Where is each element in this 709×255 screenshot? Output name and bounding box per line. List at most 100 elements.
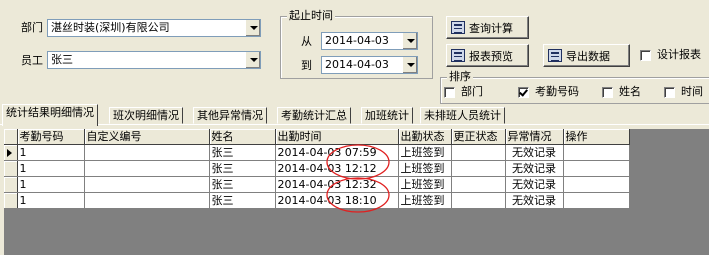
time-range-title: 起止时间 [287, 9, 335, 23]
chevron-down-icon[interactable] [402, 57, 417, 73]
row-indicator[interactable] [4, 144, 18, 161]
dept-label: 部门 [21, 21, 43, 34]
cell[interactable]: 2014-04-03 12:12 [275, 160, 399, 177]
from-date-picker[interactable]: 2014-04-03 [321, 32, 418, 50]
cell[interactable] [563, 192, 630, 209]
from-label: 从 [301, 35, 312, 48]
cell[interactable]: 张三 [209, 160, 276, 177]
sort-name-label: 姓名 [619, 85, 641, 98]
column-header[interactable]: 考勤号码 [17, 129, 85, 145]
column-header[interactable]: 姓名 [209, 129, 276, 145]
cell[interactable]: 张三 [209, 192, 276, 209]
cell[interactable] [451, 192, 506, 209]
to-label: 到 [301, 59, 312, 72]
cell[interactable]: 1 [17, 192, 85, 209]
cell[interactable]: 上班签到 [398, 192, 452, 209]
tab-other-exceptions[interactable]: 其他异常情况 [193, 107, 267, 124]
cell[interactable] [563, 160, 630, 177]
sort-title: 排序 [447, 70, 473, 84]
report-preview-button[interactable]: 报表预览 [446, 44, 529, 67]
cell[interactable] [84, 160, 210, 177]
design-report-label: 设计报表 [657, 48, 701, 61]
table-row[interactable]: 1 张三 2014-04-03 18:10 上班签到 无效记录 [4, 192, 630, 209]
to-date-picker[interactable]: 2014-04-03 [321, 56, 418, 74]
tab-label: 未排班人员统计 [424, 109, 501, 122]
table-row[interactable]: 1 张三 2014-04-03 07:59 上班签到 无效记录 [4, 144, 630, 161]
sort-time-checkbox[interactable] [664, 87, 675, 98]
cell[interactable]: 上班签到 [398, 160, 452, 177]
cell[interactable] [563, 176, 630, 193]
table-row[interactable]: 1 张三 2014-04-03 12:12 上班签到 无效记录 [4, 160, 630, 177]
export-data-label: 导出数据 [566, 49, 610, 63]
cell[interactable]: 上班签到 [398, 176, 452, 193]
table-row[interactable]: 1 张三 2014-04-03 12:32 上班签到 无效记录 [4, 176, 630, 193]
cell[interactable]: 无效记录 [505, 160, 564, 177]
sort-badge-checkbox[interactable] [518, 87, 529, 98]
tab-label: 班次明细情况 [113, 109, 179, 122]
tab-label: 考勤统计汇总 [281, 109, 347, 122]
sort-dept-label: 部门 [461, 85, 483, 98]
current-row-arrow-icon [7, 148, 12, 157]
cell[interactable]: 1 [17, 176, 85, 193]
cell[interactable]: 2014-04-03 12:32 [275, 176, 399, 193]
report-icon [451, 49, 465, 62]
cell[interactable]: 1 [17, 160, 85, 177]
export-data-button[interactable]: 导出数据 [543, 44, 630, 67]
cell[interactable]: 1 [17, 144, 85, 161]
tab-divider [0, 124, 709, 125]
table-header-row: 考勤号码 自定义编号 姓名 出勤时间 出勤状态 更正状态 异常情况 操作 [4, 129, 630, 145]
query-calc-label: 查询计算 [469, 21, 513, 35]
tab-overtime-stats[interactable]: 加班统计 [361, 107, 413, 124]
tab-shift-details[interactable]: 班次明细情况 [109, 107, 183, 124]
column-header[interactable]: 操作 [563, 129, 630, 145]
cell[interactable] [84, 176, 210, 193]
employee-select[interactable]: 张三 [47, 51, 261, 69]
cell[interactable] [451, 160, 506, 177]
cell[interactable]: 无效记录 [505, 144, 564, 161]
sort-dept-checkbox[interactable] [444, 87, 455, 98]
tab-label: 加班统计 [365, 109, 409, 122]
dept-select-value: 湛丝时装(深圳)有限公司 [51, 21, 170, 34]
column-header[interactable]: 自定义编号 [84, 129, 210, 145]
tab-unscheduled-staff[interactable]: 未排班人员统计 [420, 107, 505, 124]
cell[interactable] [84, 144, 210, 161]
tab-detail-results[interactable]: 统计结果明细情况 [2, 104, 98, 126]
row-indicator[interactable] [4, 192, 18, 209]
to-date-value: 2014-04-03 [325, 58, 389, 71]
design-report-checkbox[interactable] [640, 50, 651, 61]
cell[interactable]: 张三 [209, 144, 276, 161]
row-indicator-header [4, 129, 18, 145]
from-date-value: 2014-04-03 [325, 34, 389, 47]
column-header[interactable]: 出勤时间 [275, 129, 399, 145]
chevron-down-icon[interactable] [245, 52, 260, 68]
tab-label: 统计结果明细情况 [6, 106, 94, 119]
tab-strip: 统计结果明细情况 班次明细情况 其他异常情况 考勤统计汇总 加班统计 未排班人员… [0, 104, 709, 126]
sort-name-checkbox[interactable] [602, 87, 613, 98]
cell[interactable]: 无效记录 [505, 176, 564, 193]
chevron-down-icon[interactable] [402, 33, 417, 49]
attendance-table: 考勤号码 自定义编号 姓名 出勤时间 出勤状态 更正状态 异常情况 操作 1 张… [4, 129, 630, 209]
tab-label: 其他异常情况 [197, 109, 263, 122]
sort-badge-label: 考勤号码 [535, 85, 579, 98]
column-header[interactable]: 异常情况 [505, 129, 564, 145]
cell[interactable]: 张三 [209, 176, 276, 193]
dept-select[interactable]: 湛丝时装(深圳)有限公司 [47, 19, 261, 37]
calculator-icon [451, 21, 465, 34]
employee-select-value: 张三 [51, 53, 73, 66]
cell[interactable]: 2014-04-03 07:59 [275, 144, 399, 161]
cell[interactable] [84, 192, 210, 209]
cell[interactable] [563, 144, 630, 161]
cell[interactable]: 上班签到 [398, 144, 452, 161]
chevron-down-icon[interactable] [245, 20, 260, 36]
cell[interactable]: 无效记录 [505, 192, 564, 209]
tab-attendance-summary[interactable]: 考勤统计汇总 [277, 107, 351, 124]
cell[interactable] [451, 176, 506, 193]
row-indicator[interactable] [4, 160, 18, 177]
row-indicator[interactable] [4, 176, 18, 193]
cell[interactable]: 2014-04-03 18:10 [275, 192, 399, 209]
cell[interactable] [451, 144, 506, 161]
column-header[interactable]: 出勤状态 [398, 129, 452, 145]
column-header[interactable]: 更正状态 [451, 129, 506, 145]
query-calc-button[interactable]: 查询计算 [446, 16, 529, 39]
attendance-grid[interactable]: 考勤号码 自定义编号 姓名 出勤时间 出勤状态 更正状态 异常情况 操作 1 张… [4, 129, 709, 255]
